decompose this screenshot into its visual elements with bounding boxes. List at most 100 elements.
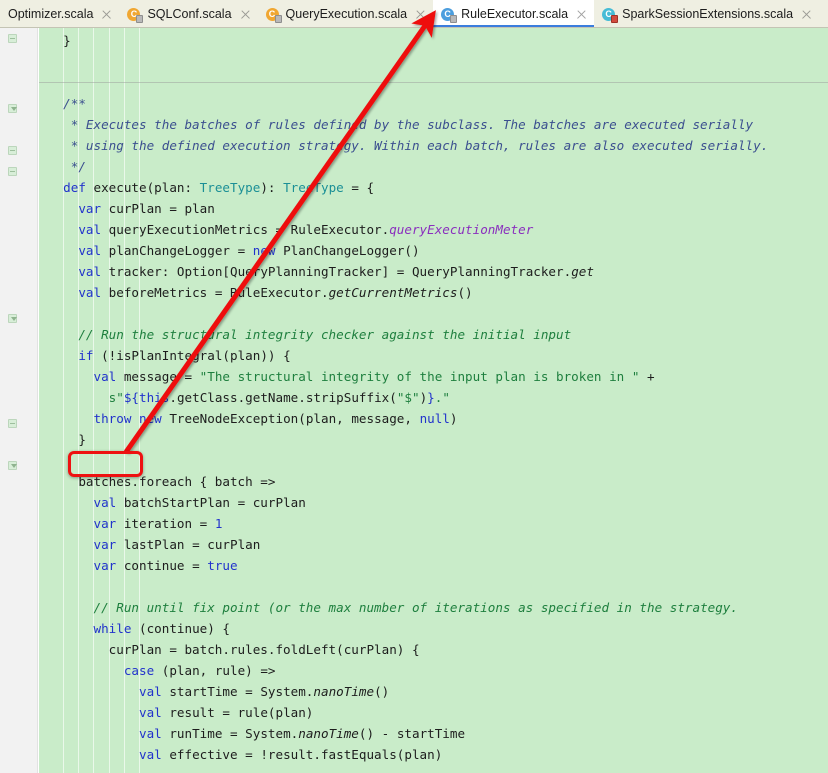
close-icon[interactable] — [101, 9, 112, 20]
close-icon[interactable] — [576, 9, 587, 20]
code-fold-collapse-icon[interactable] — [8, 314, 17, 323]
code-token: null — [419, 411, 450, 426]
scala-class-icon: C — [127, 7, 144, 23]
code-line[interactable]: * using the defined execution strategy. … — [39, 135, 769, 156]
code-token: nanoTime — [313, 684, 375, 699]
code-token: TreeType — [283, 180, 344, 195]
scala-class-icon: C — [265, 7, 282, 23]
code-token: message = — [116, 369, 200, 384]
editor-tab-baseses[interactable]: BaseSes — [819, 0, 828, 27]
close-icon[interactable] — [415, 9, 426, 20]
code-line[interactable] — [39, 51, 768, 72]
code-token: ${ — [123, 390, 140, 405]
close-icon[interactable] — [801, 9, 812, 20]
code-token: = { — [343, 180, 375, 195]
code-line[interactable]: } — [39, 30, 768, 51]
code-token: continue = — [116, 558, 208, 573]
code-line[interactable] — [39, 765, 768, 773]
code-token: while — [93, 621, 132, 636]
code-line[interactable]: var curPlan = plan — [39, 198, 768, 219]
code-token: var — [93, 516, 117, 531]
editor-tab-ruleexecutor-scala[interactable]: C RuleExecutor.scala — [433, 0, 595, 27]
editor-tab-sqlconf-scala[interactable]: C SQLConf.scala — [119, 0, 257, 27]
editor-gutter[interactable] — [0, 28, 38, 773]
code-section-separator — [39, 82, 828, 83]
code-line[interactable]: val planChangeLogger = new PlanChangeLog… — [39, 240, 768, 261]
code-token: startTime = System. — [161, 684, 314, 699]
code-token: tracker: Option[QueryPlanningTracker] = … — [101, 264, 572, 279]
code-fold-collapse-icon[interactable] — [8, 461, 17, 470]
code-line[interactable]: def execute(plan: TreeType): TreeType = … — [39, 177, 768, 198]
code-line[interactable]: var lastPlan = curPlan — [39, 534, 768, 555]
scala-class-icon: C — [602, 7, 619, 23]
code-token: } — [48, 33, 71, 48]
code-token: lastPlan = curPlan — [116, 537, 261, 552]
lock-badge-icon — [136, 14, 144, 23]
code-fold-marker-icon[interactable] — [8, 419, 17, 428]
code-line[interactable]: case (plan, rule) => — [39, 660, 768, 681]
editor-tab-queryexecution-scala[interactable]: C QueryExecution.scala — [258, 0, 434, 27]
code-line[interactable]: batches.foreach { batch => — [39, 471, 768, 492]
code-line[interactable]: val result = rule(plan) — [39, 702, 768, 723]
code-token: () — [457, 285, 473, 300]
editor-tab-sparksessionextensions-scala[interactable]: C SparkSessionExtensions.scala — [594, 0, 819, 27]
code-token: ) — [449, 411, 458, 426]
code-line[interactable]: val message = "The structural integrity … — [39, 366, 768, 387]
code-token: TreeNodeException(plan, message, — [161, 411, 420, 426]
code-line[interactable]: if (!isPlanIntegral(plan)) { — [39, 345, 768, 366]
code-editor[interactable]: } /** * Executes the batches of rules de… — [0, 28, 828, 773]
code-token: var — [93, 558, 117, 573]
code-line[interactable]: val beforeMetrics = RuleExecutor.getCurr… — [39, 282, 768, 303]
code-line[interactable]: // Run the structural integrity checker … — [39, 324, 768, 345]
code-pane[interactable]: } /** * Executes the batches of rules de… — [39, 28, 828, 773]
code-line[interactable]: // Run until fix point (or the max numbe… — [39, 597, 768, 618]
close-icon[interactable] — [240, 9, 251, 20]
code-token: batchStartPlan = curPlan — [116, 495, 306, 510]
code-token: planChangeLogger = — [101, 243, 253, 258]
code-fold-marker-icon[interactable] — [8, 167, 17, 176]
code-line[interactable]: } — [39, 429, 768, 450]
editor-tab-label: SparkSessionExtensions.scala — [622, 7, 794, 21]
code-line[interactable]: val queryExecutionMetrics = RuleExecutor… — [39, 219, 768, 240]
code-fold-marker-icon[interactable] — [8, 146, 17, 155]
code-line[interactable]: */ — [39, 156, 768, 177]
code-line[interactable]: val runTime = System.nanoTime() - startT… — [39, 723, 768, 744]
code-token: val — [93, 369, 117, 384]
code-line[interactable] — [39, 303, 768, 324]
source-code-text[interactable]: } /** * Executes the batches of rules de… — [39, 30, 768, 773]
code-token: def — [63, 180, 86, 195]
code-line[interactable]: throw new TreeNodeException(plan, messag… — [39, 408, 768, 429]
error-badge-icon — [611, 14, 619, 23]
code-token: TreeType — [199, 180, 261, 195]
code-token: curPlan = batch.rules.foldLeft(curPlan) … — [48, 642, 420, 657]
code-token: val — [78, 264, 102, 279]
code-line[interactable]: * Executes the batches of rules defined … — [39, 114, 768, 135]
code-line[interactable]: var iteration = 1 — [39, 513, 768, 534]
editor-tab-optimizer-scala[interactable]: Optimizer.scala — [0, 0, 119, 27]
code-line[interactable]: curPlan = batch.rules.foldLeft(curPlan) … — [39, 639, 768, 660]
code-line[interactable]: while (continue) { — [39, 618, 768, 639]
code-line[interactable]: var continue = true — [39, 555, 768, 576]
code-line[interactable] — [39, 450, 768, 471]
code-token: if — [78, 348, 94, 363]
code-line[interactable]: s"${this.getClass.getName.stripSuffix("$… — [39, 387, 768, 408]
code-token: */ — [48, 159, 86, 174]
code-line[interactable]: val effective = !result.fastEquals(plan) — [39, 744, 768, 765]
code-line[interactable]: val tracker: Option[QueryPlanningTracker… — [39, 261, 768, 282]
code-fold-marker-icon[interactable] — [8, 34, 17, 43]
code-line[interactable]: /** — [39, 93, 768, 114]
code-fold-collapse-icon[interactable] — [8, 104, 17, 113]
code-line[interactable] — [39, 576, 768, 597]
code-line[interactable]: val batchStartPlan = curPlan — [39, 492, 768, 513]
code-line[interactable]: val startTime = System.nanoTime() — [39, 681, 768, 702]
